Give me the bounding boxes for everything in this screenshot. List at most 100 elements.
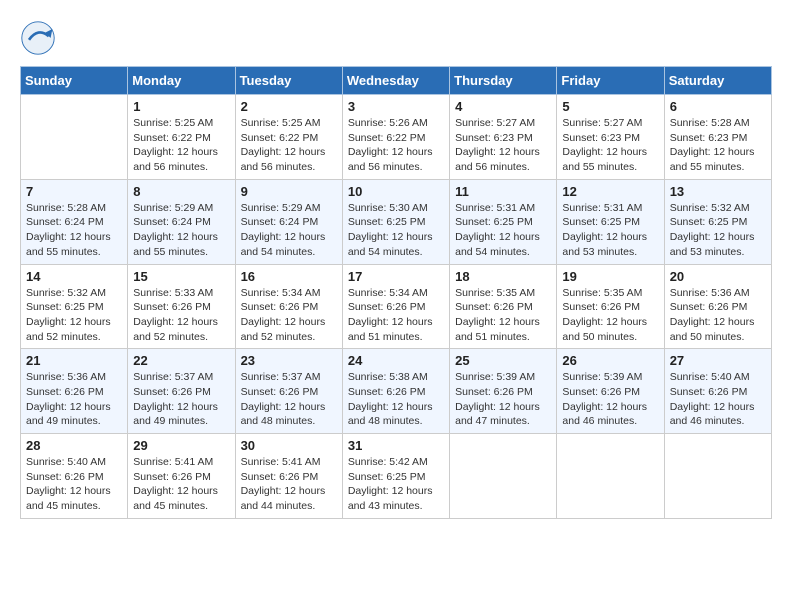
day-number: 5 xyxy=(562,99,658,114)
day-number: 22 xyxy=(133,353,229,368)
day-number: 10 xyxy=(348,184,444,199)
calendar-day-cell: 5 Sunrise: 5:27 AM Sunset: 6:23 PM Daylig… xyxy=(557,95,664,180)
day-number: 17 xyxy=(348,269,444,284)
day-info: Sunrise: 5:37 AM Sunset: 6:26 PM Dayligh… xyxy=(133,370,229,429)
day-info: Sunrise: 5:28 AM Sunset: 6:23 PM Dayligh… xyxy=(670,116,766,175)
calendar-day-cell: 25Sunrise: 5:39 AM Sunset: 6:26 PM Dayli… xyxy=(450,349,557,434)
day-number: 6 xyxy=(670,99,766,114)
day-info: Sunrise: 5:25 AM Sunset: 6:22 PM Dayligh… xyxy=(133,116,229,175)
calendar-week-5: 28Sunrise: 5:40 AM Sunset: 6:26 PM Dayli… xyxy=(21,434,772,519)
header-saturday: Saturday xyxy=(664,67,771,95)
day-number: 14 xyxy=(26,269,122,284)
calendar-week-2: 7 Sunrise: 5:28 AM Sunset: 6:24 PM Daylig… xyxy=(21,179,772,264)
day-number: 1 xyxy=(133,99,229,114)
header-wednesday: Wednesday xyxy=(342,67,449,95)
day-info: Sunrise: 5:31 AM Sunset: 6:25 PM Dayligh… xyxy=(455,201,551,260)
calendar-day-cell: 1 Sunrise: 5:25 AM Sunset: 6:22 PM Daylig… xyxy=(128,95,235,180)
day-info: Sunrise: 5:36 AM Sunset: 6:26 PM Dayligh… xyxy=(670,286,766,345)
calendar-day-cell: 10 Sunrise: 5:30 AM Sunset: 6:25 PM Dayli… xyxy=(342,179,449,264)
day-number: 27 xyxy=(670,353,766,368)
day-number: 18 xyxy=(455,269,551,284)
day-number: 30 xyxy=(241,438,337,453)
calendar-day-cell: 23 Sunrise: 5:37 AM Sunset: 6:26 PM Dayli… xyxy=(235,349,342,434)
day-number: 15 xyxy=(133,269,229,284)
calendar-table: SundayMondayTuesdayWednesdayThursdayFrid… xyxy=(20,66,772,519)
calendar-day-cell: 27 Sunrise: 5:40 AM Sunset: 6:26 PM Dayli… xyxy=(664,349,771,434)
day-number: 31 xyxy=(348,438,444,453)
day-number: 13 xyxy=(670,184,766,199)
calendar-day-cell: 15 Sunrise: 5:33 AM Sunset: 6:26 PM Dayli… xyxy=(128,264,235,349)
day-number: 9 xyxy=(241,184,337,199)
calendar-day-cell: 6 Sunrise: 5:28 AM Sunset: 6:23 PM Daylig… xyxy=(664,95,771,180)
calendar-day-cell xyxy=(664,434,771,519)
calendar-day-cell: 13 Sunrise: 5:32 AM Sunset: 6:25 PM Dayli… xyxy=(664,179,771,264)
calendar-day-cell: 2 Sunrise: 5:25 AM Sunset: 6:22 PM Daylig… xyxy=(235,95,342,180)
day-info: Sunrise: 5:30 AM Sunset: 6:25 PM Dayligh… xyxy=(348,201,444,260)
day-info: Sunrise: 5:32 AM Sunset: 6:25 PM Dayligh… xyxy=(670,201,766,260)
day-number: 16 xyxy=(241,269,337,284)
calendar-day-cell: 9Sunrise: 5:29 AM Sunset: 6:24 PM Daylig… xyxy=(235,179,342,264)
calendar-day-cell: 24 Sunrise: 5:38 AM Sunset: 6:26 PM Dayli… xyxy=(342,349,449,434)
day-info: Sunrise: 5:33 AM Sunset: 6:26 PM Dayligh… xyxy=(133,286,229,345)
day-number: 23 xyxy=(241,353,337,368)
calendar-day-cell: 30Sunrise: 5:41 AM Sunset: 6:26 PM Dayli… xyxy=(235,434,342,519)
calendar-day-cell: 14 Sunrise: 5:32 AM Sunset: 6:25 PM Dayli… xyxy=(21,264,128,349)
day-number: 11 xyxy=(455,184,551,199)
calendar-day-cell: 18 Sunrise: 5:35 AM Sunset: 6:26 PM Dayli… xyxy=(450,264,557,349)
day-info: Sunrise: 5:27 AM Sunset: 6:23 PM Dayligh… xyxy=(455,116,551,175)
day-number: 20 xyxy=(670,269,766,284)
day-number: 3 xyxy=(348,99,444,114)
calendar-day-cell: 26 Sunrise: 5:39 AM Sunset: 6:26 PM Dayli… xyxy=(557,349,664,434)
day-number: 26 xyxy=(562,353,658,368)
calendar-day-cell: 8 Sunrise: 5:29 AM Sunset: 6:24 PM Daylig… xyxy=(128,179,235,264)
calendar-week-4: 21 Sunrise: 5:36 AM Sunset: 6:26 PM Dayli… xyxy=(21,349,772,434)
day-number: 2 xyxy=(241,99,337,114)
day-info: Sunrise: 5:35 AM Sunset: 6:26 PM Dayligh… xyxy=(562,286,658,345)
calendar-day-cell: 29 Sunrise: 5:41 AM Sunset: 6:26 PM Dayli… xyxy=(128,434,235,519)
calendar-day-cell: 3 Sunrise: 5:26 AM Sunset: 6:22 PM Daylig… xyxy=(342,95,449,180)
day-info: Sunrise: 5:41 AM Sunset: 6:26 PM Dayligh… xyxy=(133,455,229,514)
day-info: Sunrise: 5:27 AM Sunset: 6:23 PM Dayligh… xyxy=(562,116,658,175)
calendar-day-cell: 28Sunrise: 5:40 AM Sunset: 6:26 PM Dayli… xyxy=(21,434,128,519)
day-number: 29 xyxy=(133,438,229,453)
header-sunday: Sunday xyxy=(21,67,128,95)
day-info: Sunrise: 5:42 AM Sunset: 6:25 PM Dayligh… xyxy=(348,455,444,514)
day-number: 25 xyxy=(455,353,551,368)
day-info: Sunrise: 5:36 AM Sunset: 6:26 PM Dayligh… xyxy=(26,370,122,429)
day-info: Sunrise: 5:28 AM Sunset: 6:24 PM Dayligh… xyxy=(26,201,122,260)
calendar-day-cell: 19Sunrise: 5:35 AM Sunset: 6:26 PM Dayli… xyxy=(557,264,664,349)
day-info: Sunrise: 5:32 AM Sunset: 6:25 PM Dayligh… xyxy=(26,286,122,345)
calendar-day-cell xyxy=(450,434,557,519)
header-thursday: Thursday xyxy=(450,67,557,95)
day-info: Sunrise: 5:40 AM Sunset: 6:26 PM Dayligh… xyxy=(670,370,766,429)
day-info: Sunrise: 5:34 AM Sunset: 6:26 PM Dayligh… xyxy=(241,286,337,345)
calendar-week-3: 14 Sunrise: 5:32 AM Sunset: 6:25 PM Dayli… xyxy=(21,264,772,349)
day-number: 4 xyxy=(455,99,551,114)
calendar-day-cell: 11 Sunrise: 5:31 AM Sunset: 6:25 PM Dayli… xyxy=(450,179,557,264)
day-info: Sunrise: 5:35 AM Sunset: 6:26 PM Dayligh… xyxy=(455,286,551,345)
day-number: 21 xyxy=(26,353,122,368)
day-info: Sunrise: 5:40 AM Sunset: 6:26 PM Dayligh… xyxy=(26,455,122,514)
day-info: Sunrise: 5:37 AM Sunset: 6:26 PM Dayligh… xyxy=(241,370,337,429)
calendar-day-cell: 12Sunrise: 5:31 AM Sunset: 6:25 PM Dayli… xyxy=(557,179,664,264)
page-header xyxy=(20,20,772,56)
calendar-day-cell: 22 Sunrise: 5:37 AM Sunset: 6:26 PM Dayli… xyxy=(128,349,235,434)
day-number: 12 xyxy=(562,184,658,199)
day-info: Sunrise: 5:38 AM Sunset: 6:26 PM Dayligh… xyxy=(348,370,444,429)
day-info: Sunrise: 5:26 AM Sunset: 6:22 PM Dayligh… xyxy=(348,116,444,175)
calendar-day-cell: 20 Sunrise: 5:36 AM Sunset: 6:26 PM Dayli… xyxy=(664,264,771,349)
day-number: 8 xyxy=(133,184,229,199)
calendar-day-cell: 17Sunrise: 5:34 AM Sunset: 6:26 PM Dayli… xyxy=(342,264,449,349)
calendar-day-cell: 4 Sunrise: 5:27 AM Sunset: 6:23 PM Daylig… xyxy=(450,95,557,180)
day-info: Sunrise: 5:25 AM Sunset: 6:22 PM Dayligh… xyxy=(241,116,337,175)
day-info: Sunrise: 5:39 AM Sunset: 6:26 PM Dayligh… xyxy=(562,370,658,429)
calendar-day-cell: 21 Sunrise: 5:36 AM Sunset: 6:26 PM Dayli… xyxy=(21,349,128,434)
day-number: 24 xyxy=(348,353,444,368)
header-friday: Friday xyxy=(557,67,664,95)
calendar-day-cell xyxy=(557,434,664,519)
day-number: 7 xyxy=(26,184,122,199)
logo-icon xyxy=(20,20,56,56)
calendar-header-row: SundayMondayTuesdayWednesdayThursdayFrid… xyxy=(21,67,772,95)
logo xyxy=(20,20,60,56)
day-info: Sunrise: 5:29 AM Sunset: 6:24 PM Dayligh… xyxy=(133,201,229,260)
